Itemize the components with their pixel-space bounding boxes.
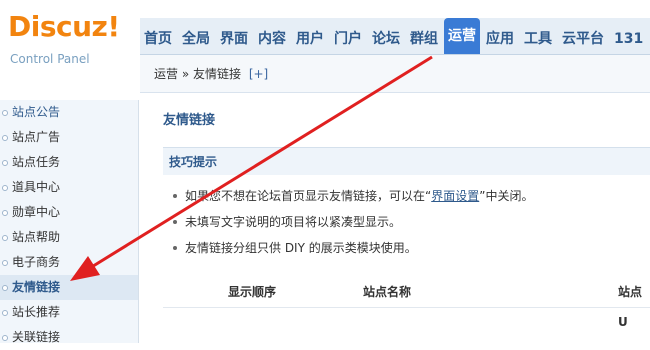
sidebar-item-ecommerce[interactable]: 电子商务 — [0, 250, 138, 275]
sidebar-item-ads[interactable]: 站点广告 — [0, 125, 138, 150]
nav-tools[interactable]: 工具 — [520, 24, 556, 54]
nav-interface[interactable]: 界面 — [216, 24, 252, 54]
column-header-site-name[interactable]: 站点名称 — [363, 277, 411, 307]
tips-list: 如果您不想在论坛首页显示友情链接，可以在“界面设置”中关闭。 未填写文字说明的项… — [171, 183, 641, 261]
tip-text: ”中关闭。 — [479, 189, 534, 203]
main-panel: 友情链接 技巧提示 如果您不想在论坛首页显示友情链接，可以在“界面设置”中关闭。… — [143, 95, 650, 343]
nav-forum[interactable]: 论坛 — [368, 24, 404, 54]
nav-more[interactable]: 131 — [610, 24, 647, 54]
column-header-site-url[interactable]: 站点 U — [618, 277, 650, 337]
interface-settings-link[interactable]: 界面设置 — [431, 189, 479, 203]
sidebar: 站点公告 站点广告 站点任务 道具中心 勋章中心 站点帮助 电子商务 友情链接 … — [0, 100, 139, 344]
tip-text: 如果您不想在论坛首页显示友情链接，可以在“ — [185, 189, 432, 203]
tip-item: 未填写文字说明的项目将以紧凑型显示。 — [171, 209, 641, 235]
sidebar-item-related-links[interactable]: 关联链接 — [0, 325, 138, 350]
table-header: 显示顺序 站点名称 站点 U — [163, 277, 650, 329]
logo: Discuz! Control Panel — [0, 0, 140, 95]
nav-users[interactable]: 用户 — [292, 24, 328, 54]
nav-groups[interactable]: 群组 — [406, 24, 442, 54]
top-navigation: 首页 全局 界面 内容 用户 门户 论坛 群组 运营 应用 工具 云平台 131 — [140, 18, 650, 55]
nav-apps[interactable]: 应用 — [482, 24, 518, 54]
sidebar-item-help[interactable]: 站点帮助 — [0, 225, 138, 250]
tips-header: 技巧提示 — [163, 147, 650, 175]
breadcrumb: 运营 » 友情链接 [+] — [140, 55, 650, 93]
column-header-order[interactable]: 显示顺序 — [228, 277, 276, 307]
sidebar-item-recommend[interactable]: 站长推荐 — [0, 300, 138, 325]
breadcrumb-text: 运营 » 友情链接 — [154, 67, 241, 81]
nav-operations[interactable]: 运营 — [444, 18, 480, 54]
logo-brand: Discuz! — [8, 10, 120, 43]
logo-subtitle: Control Panel — [10, 52, 90, 66]
nav-home[interactable]: 首页 — [140, 24, 176, 54]
tip-item: 友情链接分组只供 DIY 的展示类模块使用。 — [171, 235, 641, 261]
sidebar-item-announcements[interactable]: 站点公告 — [0, 100, 138, 125]
breadcrumb-add-button[interactable]: [+] — [249, 67, 268, 81]
sidebar-item-props[interactable]: 道具中心 — [0, 175, 138, 200]
sidebar-item-friendlinks[interactable]: 友情链接 — [0, 275, 138, 300]
sidebar-item-medals[interactable]: 勋章中心 — [0, 200, 138, 225]
page-title: 友情链接 — [163, 113, 216, 128]
sidebar-item-tasks[interactable]: 站点任务 — [0, 150, 138, 175]
nav-cloud[interactable]: 云平台 — [558, 24, 608, 54]
nav-global[interactable]: 全局 — [178, 24, 214, 54]
nav-portal[interactable]: 门户 — [330, 24, 366, 54]
nav-content[interactable]: 内容 — [254, 24, 290, 54]
tip-item: 如果您不想在论坛首页显示友情链接，可以在“界面设置”中关闭。 — [171, 183, 641, 209]
